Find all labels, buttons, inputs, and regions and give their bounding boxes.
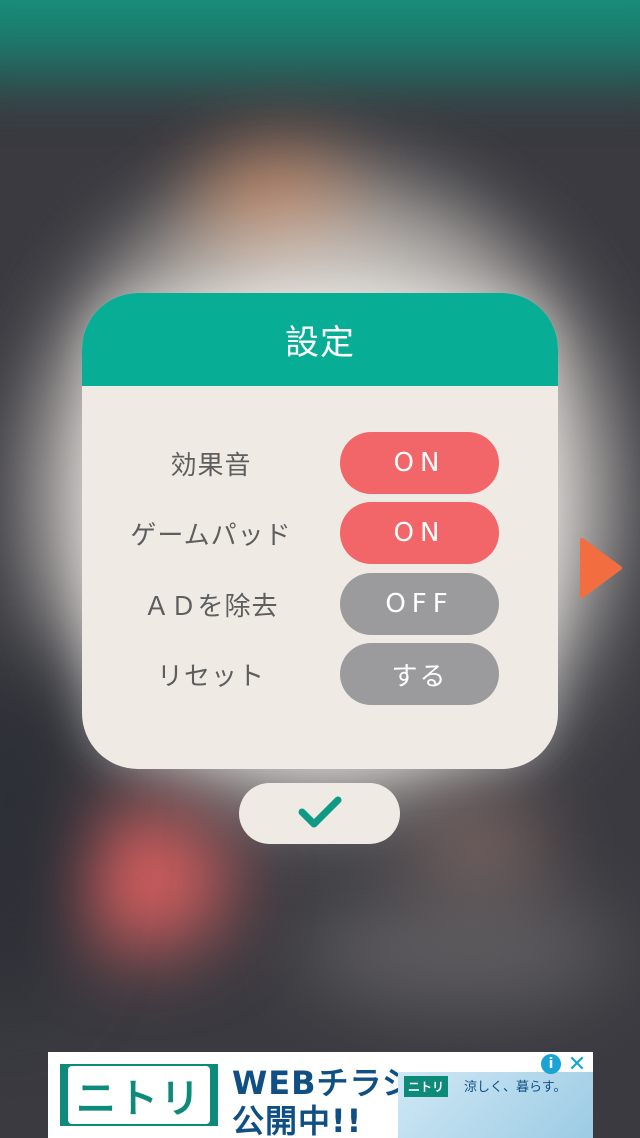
setting-row-remove-ads: ＡＤを除去 OFF	[82, 573, 558, 635]
remove-ads-toggle[interactable]: OFF	[340, 573, 499, 635]
ad-promo-image: ニトリ 涼しく、暮らす。	[398, 1072, 593, 1138]
setting-label: ＡＤを除去	[143, 591, 279, 622]
play-arrow-icon	[576, 538, 624, 604]
checkmark-icon	[298, 794, 342, 833]
confirm-button[interactable]	[239, 783, 400, 844]
ad-promo-text: 涼しく、暮らす。	[464, 1080, 567, 1095]
dialog-title: 設定	[82, 293, 558, 386]
setting-label: リセット	[156, 661, 265, 692]
ad-promo-logo: ニトリ	[404, 1076, 449, 1097]
gamepad-toggle[interactable]: ON	[340, 502, 499, 564]
settings-dialog: 設定 効果音 ON ゲームパッド ON ＡＤを除去 OFF リセット する	[82, 293, 558, 769]
sound-effects-toggle[interactable]: ON	[340, 432, 499, 494]
ad-subheadline: 公開中!!	[232, 1102, 363, 1138]
close-icon[interactable]: ✕	[565, 1052, 589, 1077]
info-icon[interactable]: i	[541, 1054, 561, 1074]
setting-row-reset: リセット する	[82, 643, 558, 705]
next-arrow-button[interactable]	[576, 536, 624, 600]
setting-row-gamepad: ゲームパッド ON	[82, 502, 558, 564]
ad-banner[interactable]: ニトリ WEBチラシ 公開中!! ニトリ 涼しく、暮らす。 i ✕	[48, 1052, 593, 1138]
reset-button[interactable]: する	[340, 643, 499, 705]
ad-brand-logo: ニトリ	[60, 1064, 218, 1126]
setting-label: 効果音	[170, 450, 252, 481]
setting-label: ゲームパッド	[130, 520, 292, 551]
setting-row-sound-effects: 効果音 ON	[82, 432, 558, 494]
